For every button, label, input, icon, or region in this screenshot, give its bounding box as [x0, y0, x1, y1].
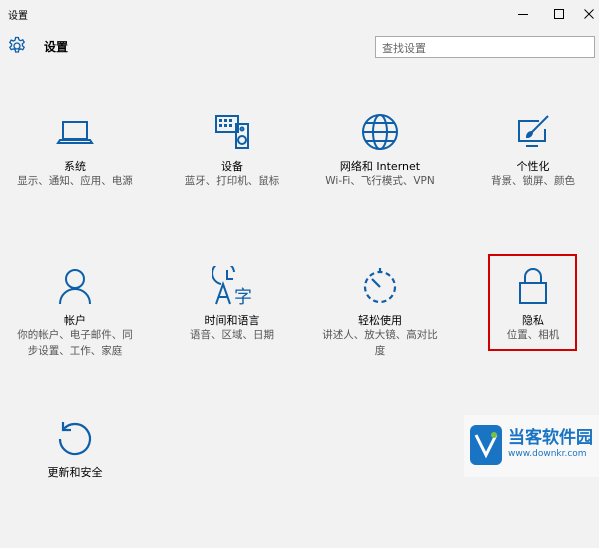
- tile-description: 位置、相机: [506, 329, 560, 341]
- tile-devices[interactable]: 设备 蓝牙、打印机、鼠标: [162, 112, 302, 242]
- laptop-icon: [56, 121, 94, 144]
- title-bar: 设置: [0, 0, 599, 28]
- watermark-text: 当客软件园: [508, 428, 593, 448]
- lock-icon: [519, 268, 547, 304]
- refresh-icon: [58, 422, 92, 456]
- tile-name: 系统: [64, 160, 86, 173]
- tile-description: 语音、区域、日期: [190, 329, 274, 341]
- tile-personalization[interactable]: 个性化 背景、锁屏、颜色: [463, 112, 599, 242]
- minimize-icon: [518, 14, 528, 15]
- tile-name: 网络和 Internet: [339, 160, 421, 173]
- tile-description: 背景、锁屏、颜色: [491, 175, 575, 187]
- tile-name: 设备: [221, 160, 243, 173]
- tile-system[interactable]: 系统 显示、通知、应用、电源: [5, 112, 145, 242]
- tile-name: 隐私: [522, 314, 544, 327]
- search-box[interactable]: [375, 36, 595, 59]
- settings-header: 设置: [0, 30, 599, 64]
- search-input[interactable]: [382, 38, 572, 59]
- close-button[interactable]: [571, 2, 599, 26]
- close-icon: [584, 9, 594, 19]
- tile-description: 你的帐户、电子邮件、同步设置、工作、家庭: [17, 329, 133, 357]
- tile-privacy[interactable]: 隐私 位置、相机: [463, 266, 599, 396]
- tile-description: 蓝牙、打印机、鼠标: [184, 175, 280, 187]
- tile-name: 个性化: [516, 160, 550, 173]
- tile-description: 显示、通知、应用、电源: [17, 175, 133, 187]
- watermark-url: www.downkr.com: [508, 449, 587, 459]
- tile-description: Wi-Fi、飞行模式、VPN: [325, 175, 435, 187]
- watermark-logo-icon: [470, 425, 502, 465]
- svg-text:字: 字: [234, 287, 252, 306]
- tile-accounts[interactable]: 帐户 你的帐户、电子邮件、同步设置、工作、家庭: [5, 266, 145, 396]
- tile-name: 时间和语言: [204, 314, 260, 327]
- tile-ease-of-access[interactable]: 轻松使用 讲述人、放大镜、高对比度: [310, 266, 450, 396]
- tile-time-language[interactable]: 字 时间和语言 语音、区域、日期: [162, 266, 302, 396]
- paintbrush-screen-icon: [518, 115, 549, 147]
- gear-icon: [8, 36, 26, 53]
- page-title: 设置: [44, 40, 69, 54]
- maximize-icon: [554, 9, 564, 19]
- tile-update-security[interactable]: 更新和安全: [5, 418, 145, 548]
- watermark: 当客软件园 www.downkr.com: [464, 415, 599, 477]
- tile-name: 帐户: [64, 314, 86, 327]
- tile-description: 讲述人、放大镜、高对比度: [322, 329, 438, 357]
- window-title: 设置: [8, 11, 28, 22]
- tile-network[interactable]: 网络和 Internet Wi-Fi、飞行模式、VPN: [310, 112, 450, 242]
- globe-icon: [362, 114, 398, 150]
- tile-name: 更新和安全: [47, 466, 103, 479]
- keyboard-speaker-icon: [215, 115, 249, 149]
- minimize-button[interactable]: [505, 2, 541, 26]
- tile-name: 轻松使用: [358, 314, 402, 327]
- timer-dashed-icon: [363, 268, 397, 304]
- time-language-icon: 字: [212, 266, 252, 306]
- person-icon: [59, 269, 91, 305]
